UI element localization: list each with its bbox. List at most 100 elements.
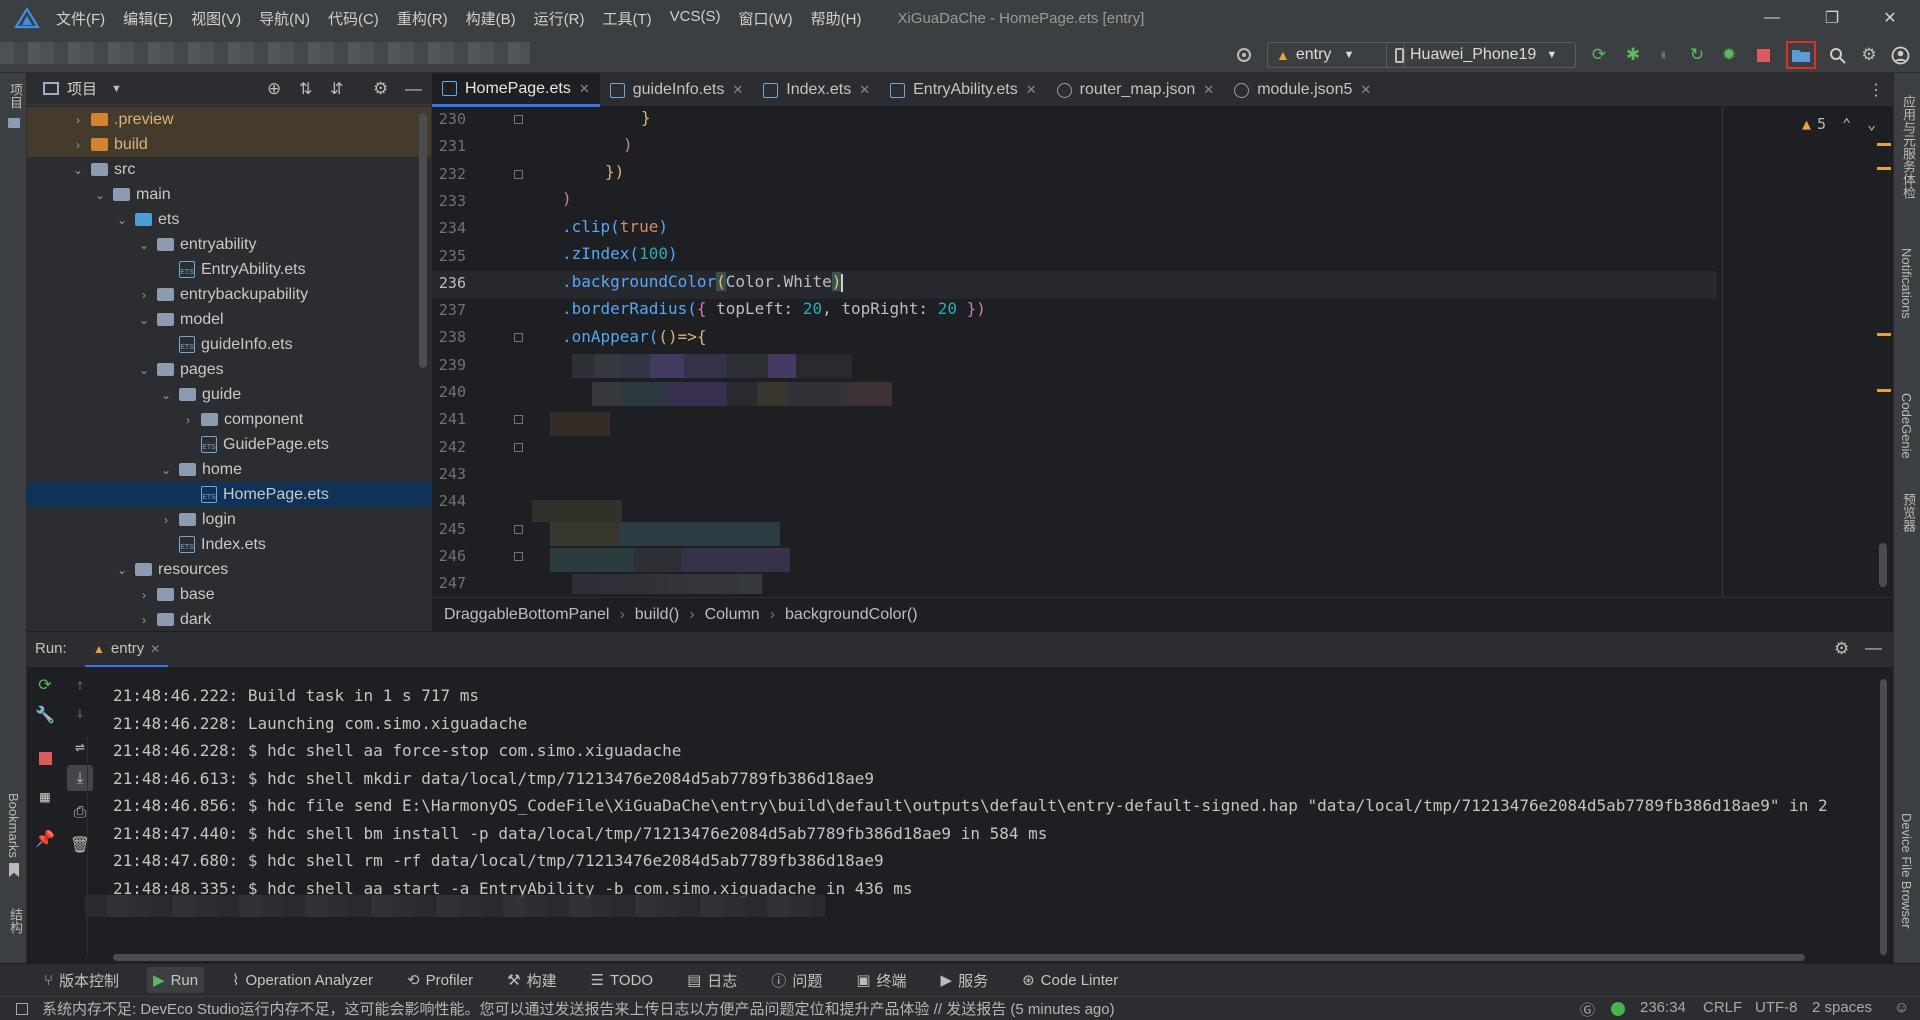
editor-tab[interactable]: router_map.json ✕ xyxy=(1047,73,1225,107)
more-tabs-icon[interactable]: ⋮ xyxy=(1868,80,1884,100)
warning-marker[interactable] xyxy=(1877,167,1891,170)
device-manager-icon[interactable] xyxy=(1786,41,1816,69)
breadcrumb-item[interactable]: backgroundColor() xyxy=(785,606,918,624)
bottom-tool-tab[interactable]: ▤ 日志 xyxy=(681,966,743,995)
menu-item[interactable]: 导航(N) xyxy=(259,8,310,29)
event-log-icon[interactable] xyxy=(16,1002,28,1015)
close-tab-icon[interactable]: ✕ xyxy=(150,642,160,656)
wrench-icon[interactable]: 🔧 xyxy=(34,703,56,725)
expand-all-icon[interactable]: ⇅ xyxy=(299,79,312,99)
chevron-down-icon[interactable]: ⌄ xyxy=(113,213,131,227)
caret-position[interactable]: 236:34 xyxy=(1640,999,1686,1016)
device-selector[interactable]: Huawei_Phone19 ▼ xyxy=(1386,42,1576,68)
menu-item[interactable]: 工具(T) xyxy=(602,8,651,29)
device-file-browser-tool-tab[interactable]: Device File Browser xyxy=(1899,813,1914,929)
warning-marker[interactable] xyxy=(1877,389,1891,392)
menu-item[interactable]: 帮助(H) xyxy=(811,8,862,29)
chevron-down-icon[interactable]: ⌄ xyxy=(157,388,175,402)
chevron-right-icon[interactable]: › xyxy=(135,288,153,302)
fold-marker-icon[interactable] xyxy=(514,415,523,425)
codegenie-status-icon[interactable]: Ⓖ xyxy=(1580,999,1595,1020)
chevron-down-icon[interactable]: ⌄ xyxy=(91,188,109,202)
breadcrumb-item[interactable]: DraggableBottomPanel xyxy=(444,606,609,624)
bottom-tool-tab[interactable]: ⚒ 构建 xyxy=(501,966,562,995)
editor-tab[interactable]: Index.ets ✕ xyxy=(753,73,880,107)
close-tab-icon[interactable]: ✕ xyxy=(859,82,870,98)
tree-item[interactable]: ⌄ home xyxy=(27,457,431,482)
menu-item[interactable]: 代码(C) xyxy=(328,8,379,29)
rerun-icon[interactable]: ⟳ xyxy=(1588,44,1610,66)
chevron-down-icon[interactable]: ⌄ xyxy=(135,238,153,252)
chevron-right-icon[interactable]: › xyxy=(135,588,153,602)
line-separator[interactable]: CRLF xyxy=(1703,999,1742,1016)
codegenie-tool-tab[interactable]: CodeGenie xyxy=(1899,393,1914,459)
account-status-icon[interactable]: ☺ xyxy=(1894,999,1909,1016)
layout-icon[interactable]: ▦ xyxy=(34,785,56,807)
project-tool-tab[interactable]: 项目 xyxy=(6,83,25,109)
bottom-tool-tab[interactable]: ▶ 服务 xyxy=(935,966,995,995)
tree-item[interactable]: ETS guideInfo.ets xyxy=(27,332,431,357)
tree-item[interactable]: › build xyxy=(27,132,431,157)
breadcrumb-item[interactable]: Column xyxy=(705,606,760,624)
console-horizontal-scrollbar[interactable] xyxy=(113,954,1805,961)
stop-icon[interactable] xyxy=(34,747,56,769)
menu-item[interactable]: 运行(R) xyxy=(534,8,585,29)
tree-item[interactable]: › dark xyxy=(27,607,431,632)
hide-run-panel-icon[interactable]: — xyxy=(1865,638,1882,658)
scroll-up-icon[interactable]: ↑ xyxy=(69,673,91,695)
chevron-down-icon[interactable]: ⌄ xyxy=(113,563,131,577)
menu-item[interactable]: 构建(B) xyxy=(466,8,516,29)
bottom-tool-tab[interactable]: ⓘ 问题 xyxy=(765,966,828,995)
fold-marker-icon[interactable] xyxy=(514,169,523,179)
chevron-right-icon[interactable]: › xyxy=(179,413,197,427)
scroll-to-end-icon[interactable]: ⤓ xyxy=(67,765,93,791)
search-icon[interactable] xyxy=(1826,44,1848,66)
tree-item[interactable]: › login xyxy=(27,507,431,532)
run-settings-gear-icon[interactable]: ⚙ xyxy=(1834,639,1849,659)
menu-item[interactable]: 窗口(W) xyxy=(738,8,792,29)
chevron-down-icon[interactable]: ⌄ xyxy=(135,313,153,327)
editor-tab[interactable]: guideInfo.ets ✕ xyxy=(600,73,754,107)
chevron-right-icon[interactable]: › xyxy=(157,513,175,527)
tree-item[interactable]: ⌄ resources xyxy=(27,557,431,582)
close-tab-icon[interactable]: ✕ xyxy=(579,81,590,97)
collapse-all-icon[interactable]: ⇵ xyxy=(330,79,343,99)
menu-item[interactable]: 视图(V) xyxy=(191,8,241,29)
notifications-tool-tab[interactable]: Notifications xyxy=(1899,248,1914,319)
indent-setting[interactable]: 2 spaces xyxy=(1812,999,1872,1016)
editor-tab[interactable]: module.json5 ✕ xyxy=(1224,73,1381,107)
previous-highlight-icon[interactable]: ⌃ xyxy=(1842,115,1851,133)
tree-item[interactable]: › .preview xyxy=(27,107,431,132)
bottom-tool-tab[interactable]: ⌇ Operation Analyzer xyxy=(226,967,379,993)
tree-item[interactable]: ⌄ src xyxy=(27,157,431,182)
bottom-tool-tab[interactable]: ☰ TODO xyxy=(585,967,660,993)
tree-item[interactable]: ETS HomePage.ets xyxy=(27,482,431,507)
menu-item[interactable]: 编辑(E) xyxy=(123,8,173,29)
status-message[interactable]: 系统内存不足: DevEco Studio运行内存不足，这可能会影响性能。您可以… xyxy=(42,998,1115,1019)
menu-item[interactable]: 文件(F) xyxy=(56,8,105,29)
tree-item[interactable]: ⌄ entryability xyxy=(27,232,431,257)
close-tab-icon[interactable]: ✕ xyxy=(1026,82,1037,98)
tree-item[interactable]: ETS Index.ets xyxy=(27,532,431,557)
project-scrollbar[interactable] xyxy=(419,113,427,368)
account-icon[interactable] xyxy=(1889,44,1911,66)
hide-panel-icon[interactable]: — xyxy=(405,79,422,99)
file-encoding[interactable]: UTF-8 xyxy=(1755,999,1798,1016)
chevron-down-icon[interactable]: ▼ xyxy=(111,83,122,95)
bookmarks-tool-tab[interactable]: Bookmarks xyxy=(6,793,21,858)
menu-item[interactable]: 重构(R) xyxy=(397,8,448,29)
warning-marker[interactable] xyxy=(1877,333,1891,336)
fold-marker-icon[interactable] xyxy=(514,333,523,343)
console-vertical-scrollbar[interactable] xyxy=(1880,679,1887,955)
tree-item[interactable]: ETS EntryAbility.ets xyxy=(27,257,431,282)
scroll-down-icon[interactable]: ↓ xyxy=(69,701,91,723)
close-tab-icon[interactable]: ✕ xyxy=(1203,82,1214,98)
close-tab-icon[interactable]: ✕ xyxy=(732,82,743,98)
bottom-tool-tab[interactable]: ⟲ Profiler xyxy=(401,967,479,993)
settings-gear-icon[interactable]: ⚙ xyxy=(1858,44,1880,66)
menu-item[interactable]: VCS(S) xyxy=(670,8,721,29)
module-selector[interactable]: ▲ entry ▼ xyxy=(1267,42,1405,68)
chevron-right-icon[interactable]: › xyxy=(69,113,87,127)
fold-marker-icon[interactable] xyxy=(514,115,523,124)
target-icon[interactable] xyxy=(1233,44,1255,66)
